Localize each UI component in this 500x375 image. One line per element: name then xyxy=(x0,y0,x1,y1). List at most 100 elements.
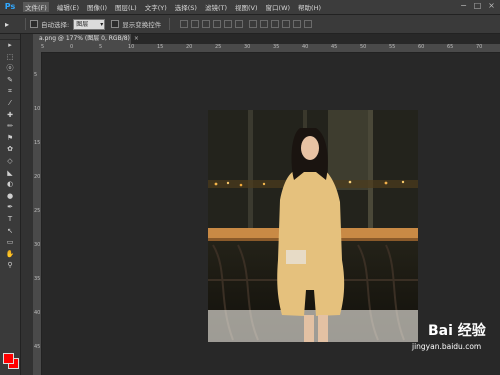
window-controls: − □ × xyxy=(459,1,496,11)
tools-panel: ▸ ⬚ ⓞ ✎ ⌗ ⁄ ✚ ✏ ⚑ ✿ ◇ ◣ ◐ ● ✒ T ↖ ▭ ✋ ⚲ xyxy=(0,34,21,375)
ruler-tick-label: 5 xyxy=(99,44,103,50)
ruler-tick-label: 40 xyxy=(302,44,309,50)
photoshop-logo: Ps xyxy=(4,2,16,11)
menu-item[interactable]: 图层(L) xyxy=(115,2,137,12)
maximize-icon[interactable]: □ xyxy=(473,1,482,11)
marquee-tool-icon[interactable]: ⬚ xyxy=(0,52,20,64)
brush-tool-icon[interactable]: ✏ xyxy=(0,121,20,133)
ruler-tick-label: 5 xyxy=(41,44,45,50)
ruler-tick-label: 40 xyxy=(34,310,41,316)
foreground-color-swatch[interactable] xyxy=(3,353,14,364)
show-transform-label: 显示变换控件 xyxy=(122,21,162,29)
photo-illustration xyxy=(208,110,418,342)
menu-item[interactable]: 视图(V) xyxy=(235,2,258,12)
blur-tool-icon[interactable]: ◐ xyxy=(0,179,20,191)
show-transform-checkbox[interactable] xyxy=(111,20,120,28)
ruler-tick-label: 25 xyxy=(215,44,222,50)
ruler-tick-label: 35 xyxy=(34,276,41,282)
close-icon[interactable]: × xyxy=(487,1,496,11)
options-bar: ▸ 自动选择: 图层 显示变换控件 xyxy=(0,15,500,34)
eyedropper-tool-icon[interactable]: ⁄ xyxy=(0,98,20,110)
menu-bar: Ps 文件(F) 编辑(E) 图像(I) 图层(L) 文字(Y) 选择(S) 滤镜(T) 视图… xyxy=(0,0,500,15)
healing-tool-icon[interactable]: ✚ xyxy=(0,110,20,122)
ruler-tick-label: 35 xyxy=(273,44,280,50)
auto-select-checkbox[interactable] xyxy=(30,20,38,28)
distribute-bottom-icon[interactable] xyxy=(271,20,280,28)
menu-item[interactable]: 帮助(H) xyxy=(298,2,321,12)
menu-item[interactable]: 窗口(W) xyxy=(266,2,291,12)
menu-item[interactable]: 文字(Y) xyxy=(145,2,167,12)
lasso-tool-icon[interactable]: ⓞ xyxy=(0,63,20,75)
align-right-icon[interactable] xyxy=(235,20,244,28)
ruler-tick-label: 45 xyxy=(34,344,41,350)
ruler-tick-label: 5 xyxy=(34,72,38,78)
menu-item[interactable]: 编辑(E) xyxy=(57,2,79,12)
ruler-tick-label: 65 xyxy=(447,44,454,50)
move-tool-preset-icon[interactable]: ▸ xyxy=(5,20,21,29)
align-left-icon[interactable] xyxy=(213,20,222,28)
distribute-icons xyxy=(249,20,313,28)
distribute-vcenter-icon[interactable] xyxy=(260,20,269,28)
ruler-tick-label: 20 xyxy=(186,44,193,50)
align-icons xyxy=(180,20,244,28)
align-hcenter-icon[interactable] xyxy=(224,20,233,28)
ruler-tick-label: 55 xyxy=(389,44,396,50)
distribute-left-icon[interactable] xyxy=(282,20,291,28)
auto-select-label: 自动选择: xyxy=(41,21,70,29)
quick-select-tool-icon[interactable]: ✎ xyxy=(0,75,20,87)
divider xyxy=(169,18,171,30)
minimize-icon[interactable]: − xyxy=(459,1,468,11)
shape-tool-icon[interactable]: ▭ xyxy=(0,237,20,249)
menu-item[interactable]: 文件(F) xyxy=(23,2,49,12)
ruler-tick-label: 15 xyxy=(34,140,41,146)
align-top-icon[interactable] xyxy=(180,20,189,28)
distribute-top-icon[interactable] xyxy=(249,20,258,28)
clone-stamp-tool-icon[interactable]: ⚑ xyxy=(0,133,20,145)
menu-item[interactable]: 图像(I) xyxy=(87,2,107,12)
ruler-tick-label: 20 xyxy=(34,174,41,180)
crop-tool-icon[interactable]: ⌗ xyxy=(0,86,20,98)
move-tool-icon[interactable]: ▸ xyxy=(0,40,20,52)
align-vcenter-icon[interactable] xyxy=(191,20,200,28)
align-bottom-icon[interactable] xyxy=(202,20,211,28)
watermark-url: jingyan.baidu.com xyxy=(412,342,482,351)
hand-tool-icon[interactable]: ✋ xyxy=(0,249,20,261)
document-tab[interactable]: a.png @ 177% (图层 0, RGB/8) × xyxy=(33,34,139,44)
watermark-brand: Bai 经验 xyxy=(428,323,486,339)
ruler-tick-label: 45 xyxy=(331,44,338,50)
tool-list: ▸ ⬚ ⓞ ✎ ⌗ ⁄ ✚ ✏ ⚑ ✿ ◇ ◣ ◐ ● ✒ T ↖ ▭ ✋ ⚲ xyxy=(0,40,20,272)
panel-collapse-strip xyxy=(21,34,33,375)
ruler-tick-label: 30 xyxy=(244,44,251,50)
ruler-tick-label: 0 xyxy=(70,44,74,50)
watermark: Bai 经验 jingyan.baidu.com xyxy=(412,320,500,370)
document-tab-label: a.png @ 177% (图层 0, RGB/8) xyxy=(39,35,130,42)
history-brush-tool-icon[interactable]: ✿ xyxy=(0,144,20,156)
menu-item[interactable]: 选择(S) xyxy=(175,2,197,12)
divider xyxy=(25,18,26,30)
ruler-tick-label: 30 xyxy=(34,242,41,248)
path-select-tool-icon[interactable]: ↖ xyxy=(0,226,20,238)
menu-items: 文件(F) 编辑(E) 图像(I) 图层(L) 文字(Y) 选择(S) 滤镜(T) 视图(V)… xyxy=(23,2,329,12)
menu-item[interactable]: 滤镜(T) xyxy=(205,2,227,12)
ruler-tick-label: 60 xyxy=(418,44,425,50)
zoom-tool-icon[interactable]: ⚲ xyxy=(0,260,20,272)
auto-select-dropdown[interactable]: 图层 xyxy=(73,18,106,30)
type-tool-icon[interactable]: T xyxy=(0,214,20,226)
dodge-tool-icon[interactable]: ● xyxy=(0,191,20,203)
distribute-right-icon[interactable] xyxy=(304,20,313,28)
horizontal-ruler: 5 0 5 10 15 20 25 30 35 40 45 50 55 60 65 70 xyxy=(33,44,500,53)
pen-tool-icon[interactable]: ✒ xyxy=(0,202,20,214)
ruler-tick-label: 50 xyxy=(360,44,367,50)
eraser-tool-icon[interactable]: ◇ xyxy=(0,156,20,168)
ruler-tick-label: 25 xyxy=(34,208,41,214)
ruler-tick-label: 10 xyxy=(128,44,135,50)
ruler-tick-label: 70 xyxy=(476,44,483,50)
color-swatches xyxy=(3,353,19,369)
canvas-image xyxy=(208,110,418,342)
ruler-tick-label: 15 xyxy=(157,44,164,50)
distribute-hcenter-icon[interactable] xyxy=(293,20,302,28)
vertical-ruler: 5 10 15 20 25 30 35 40 45 xyxy=(33,52,42,375)
paint-bucket-tool-icon[interactable]: ◣ xyxy=(0,168,20,180)
close-tab-icon[interactable]: × xyxy=(134,35,139,42)
ruler-tick-label: 10 xyxy=(34,106,41,112)
